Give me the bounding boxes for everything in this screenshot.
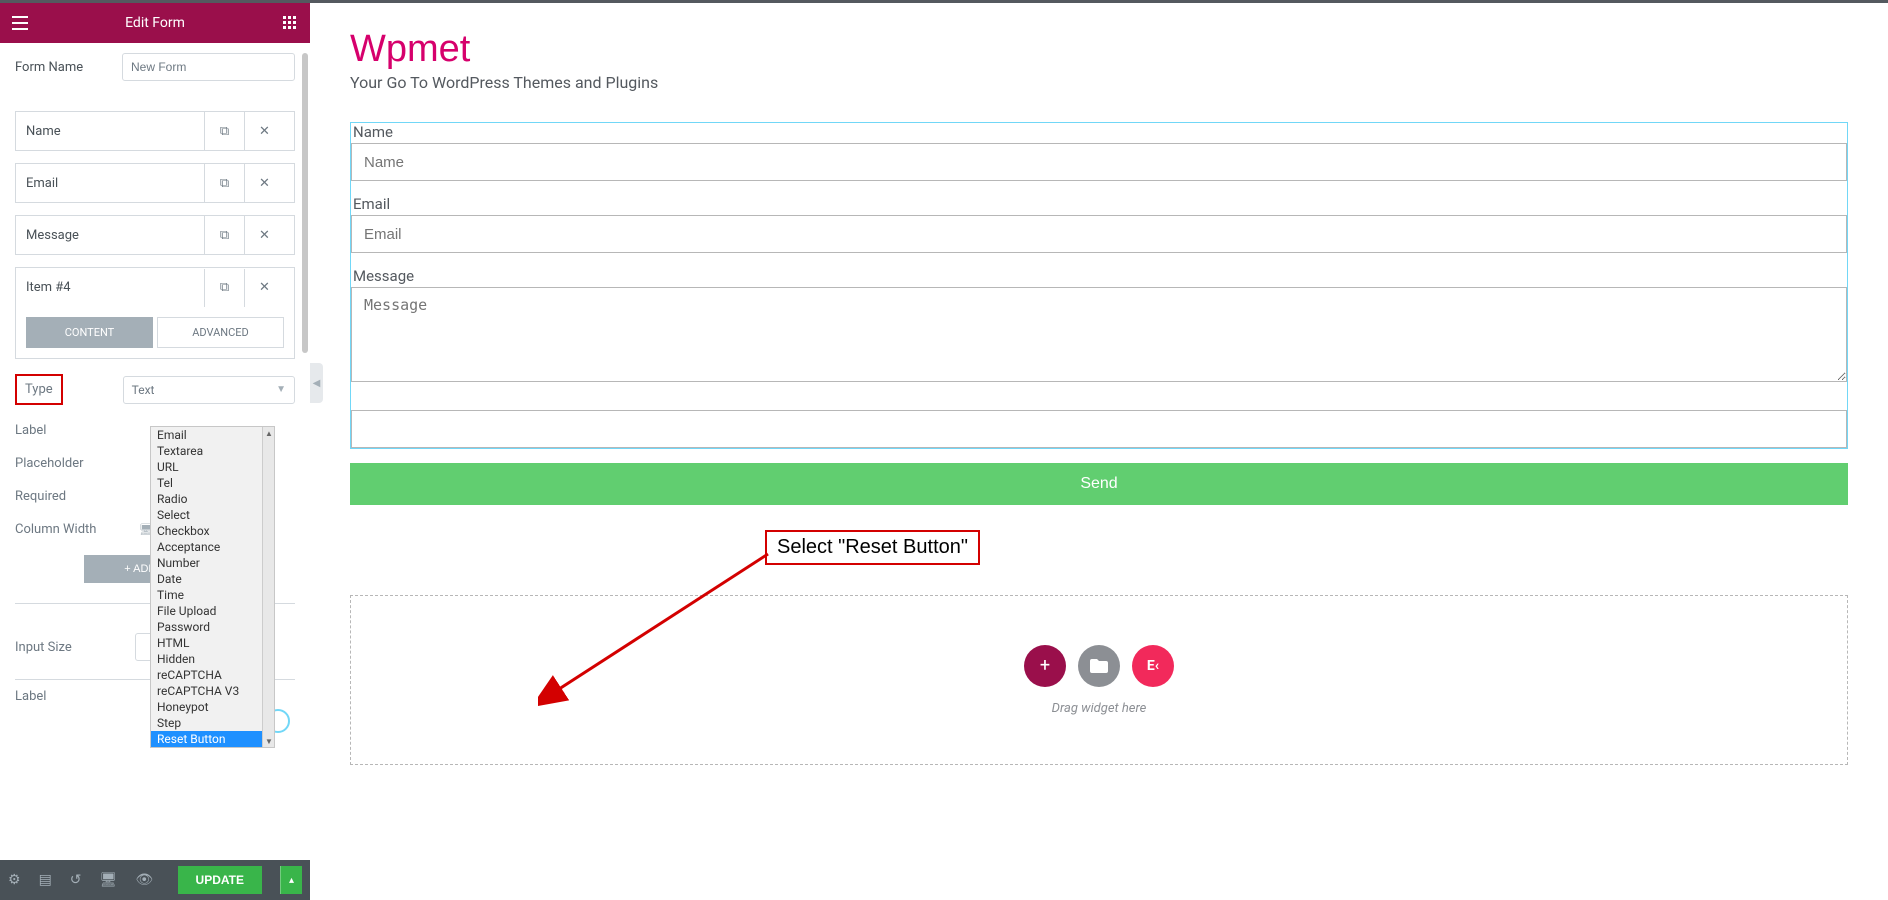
dropdown-option[interactable]: Email xyxy=(151,427,274,443)
close-icon[interactable]: ✕ xyxy=(244,164,284,202)
close-icon[interactable]: ✕ xyxy=(244,216,284,254)
label-bottom: Label xyxy=(15,689,135,704)
field-tabs: CONTENT ADVANCED xyxy=(15,307,295,359)
field-item-email[interactable]: Email ⧉ ✕ xyxy=(15,163,295,203)
sidebar-scrollbar[interactable] xyxy=(302,53,308,353)
name-field-input[interactable] xyxy=(351,143,1847,181)
update-button[interactable]: UPDATE xyxy=(178,866,262,894)
dropdown-option[interactable]: File Upload xyxy=(151,603,274,619)
history-icon[interactable]: ↺ xyxy=(70,872,82,888)
dropdown-option[interactable]: Select xyxy=(151,507,274,523)
dropdown-option[interactable]: Tel xyxy=(151,475,274,491)
duplicate-icon[interactable]: ⧉ xyxy=(204,216,244,254)
name-field-label: Name xyxy=(351,123,1847,141)
sidebar-title: Edit Form xyxy=(30,15,280,31)
dropdown-option[interactable]: Honeypot xyxy=(151,699,274,715)
email-field-label: Email xyxy=(351,195,1847,213)
input-size-label: Input Size xyxy=(15,640,135,655)
brand-title: Wpmet xyxy=(350,28,1848,71)
item4-field-input[interactable] xyxy=(351,410,1847,448)
field-label: Name xyxy=(26,124,61,139)
dropdown-option[interactable]: Reset Button xyxy=(151,731,274,747)
tab-content[interactable]: CONTENT xyxy=(26,317,153,348)
add-section-button[interactable]: + xyxy=(1024,645,1066,687)
dropdown-option[interactable]: URL xyxy=(151,459,274,475)
field-label: Item #4 xyxy=(26,280,71,295)
preview-icon[interactable]: 👁 xyxy=(135,872,153,888)
field-label: Message xyxy=(26,228,79,243)
dropdown-scrollbar[interactable]: ▲ ▼ xyxy=(262,427,274,747)
field-item-4[interactable]: Item #4 ⧉ ✕ xyxy=(15,267,295,307)
duplicate-icon[interactable]: ⧉ xyxy=(204,112,244,150)
drop-zone[interactable]: + E‹ Drag widget here xyxy=(350,595,1848,765)
column-width-label: Column Width xyxy=(15,522,135,537)
hamburger-icon[interactable] xyxy=(10,13,30,33)
dropdown-option[interactable]: Password xyxy=(151,619,274,635)
annotation-callout: Select "Reset Button" xyxy=(765,530,980,565)
dropdown-option[interactable]: Date xyxy=(151,571,274,587)
update-caret-button[interactable]: ▴ xyxy=(280,866,302,894)
field-item-message[interactable]: Message ⧉ ✕ xyxy=(15,215,295,255)
dropdown-option[interactable]: Checkbox xyxy=(151,523,274,539)
dropdown-option[interactable]: Acceptance xyxy=(151,539,274,555)
sidebar-header: Edit Form xyxy=(0,3,310,43)
type-label: Type xyxy=(15,374,63,405)
dropdown-option[interactable]: reCAPTCHA xyxy=(151,667,274,683)
field-label: Email xyxy=(26,176,58,191)
dropdown-option[interactable]: Radio xyxy=(151,491,274,507)
tab-advanced[interactable]: ADVANCED xyxy=(157,317,284,348)
duplicate-icon[interactable]: ⧉ xyxy=(204,269,244,307)
settings-icon[interactable]: ⚙ xyxy=(8,872,21,888)
folder-button[interactable] xyxy=(1078,645,1120,687)
duplicate-icon[interactable]: ⧉ xyxy=(204,164,244,202)
email-field-input[interactable] xyxy=(351,215,1847,253)
form-name-input[interactable] xyxy=(122,53,295,81)
elementskit-button[interactable]: E‹ xyxy=(1132,645,1174,687)
sidebar-footer: ⚙ ▤ ↺ 🖥 👁 UPDATE ▴ xyxy=(0,860,310,900)
message-field-input[interactable] xyxy=(351,287,1847,382)
dropdown-option[interactable]: Number xyxy=(151,555,274,571)
type-dropdown[interactable]: ▲ ▼ EmailTextareaURLTelRadioSelectCheckb… xyxy=(150,426,275,748)
type-select-value: Text xyxy=(132,383,155,397)
scroll-up-icon[interactable]: ▲ xyxy=(263,427,275,439)
dropdown-option[interactable]: Hidden xyxy=(151,651,274,667)
dropdown-option[interactable]: Step xyxy=(151,715,274,731)
apps-grid-icon[interactable] xyxy=(280,13,300,33)
required-label: Required xyxy=(15,489,135,504)
close-icon[interactable]: ✕ xyxy=(244,112,284,150)
field-item-name[interactable]: Name ⧉ ✕ xyxy=(15,111,295,151)
type-select[interactable]: Text ▼ xyxy=(123,376,295,404)
chevron-down-icon: ▼ xyxy=(276,384,286,395)
responsive-icon[interactable]: 🖥 xyxy=(100,872,118,888)
send-button[interactable]: Send xyxy=(350,463,1848,505)
sidebar-body: Form Name Name ⧉ ✕ Email ⧉ ✕ Message xyxy=(0,43,310,860)
close-icon[interactable]: ✕ xyxy=(244,269,284,307)
brand-tagline: Your Go To WordPress Themes and Plugins xyxy=(350,73,1848,92)
message-field-label: Message xyxy=(351,267,1847,285)
main-canvas: Wpmet Your Go To WordPress Themes and Pl… xyxy=(310,3,1888,900)
placeholder-label: Placeholder xyxy=(15,456,135,471)
scroll-down-icon[interactable]: ▼ xyxy=(263,735,275,747)
dropdown-option[interactable]: Textarea xyxy=(151,443,274,459)
drop-text: Drag widget here xyxy=(1052,701,1147,716)
dropdown-option[interactable]: reCAPTCHA V3 xyxy=(151,683,274,699)
form-name-label: Form Name xyxy=(15,60,122,75)
dropdown-option[interactable]: HTML xyxy=(151,635,274,651)
label-label: Label xyxy=(15,423,135,438)
navigator-icon[interactable]: ▤ xyxy=(39,872,52,888)
dropdown-option[interactable]: Time xyxy=(151,587,274,603)
editor-sidebar: Edit Form Form Name Name ⧉ ✕ Email xyxy=(0,3,310,900)
form-preview: Name Email Message xyxy=(350,122,1848,449)
